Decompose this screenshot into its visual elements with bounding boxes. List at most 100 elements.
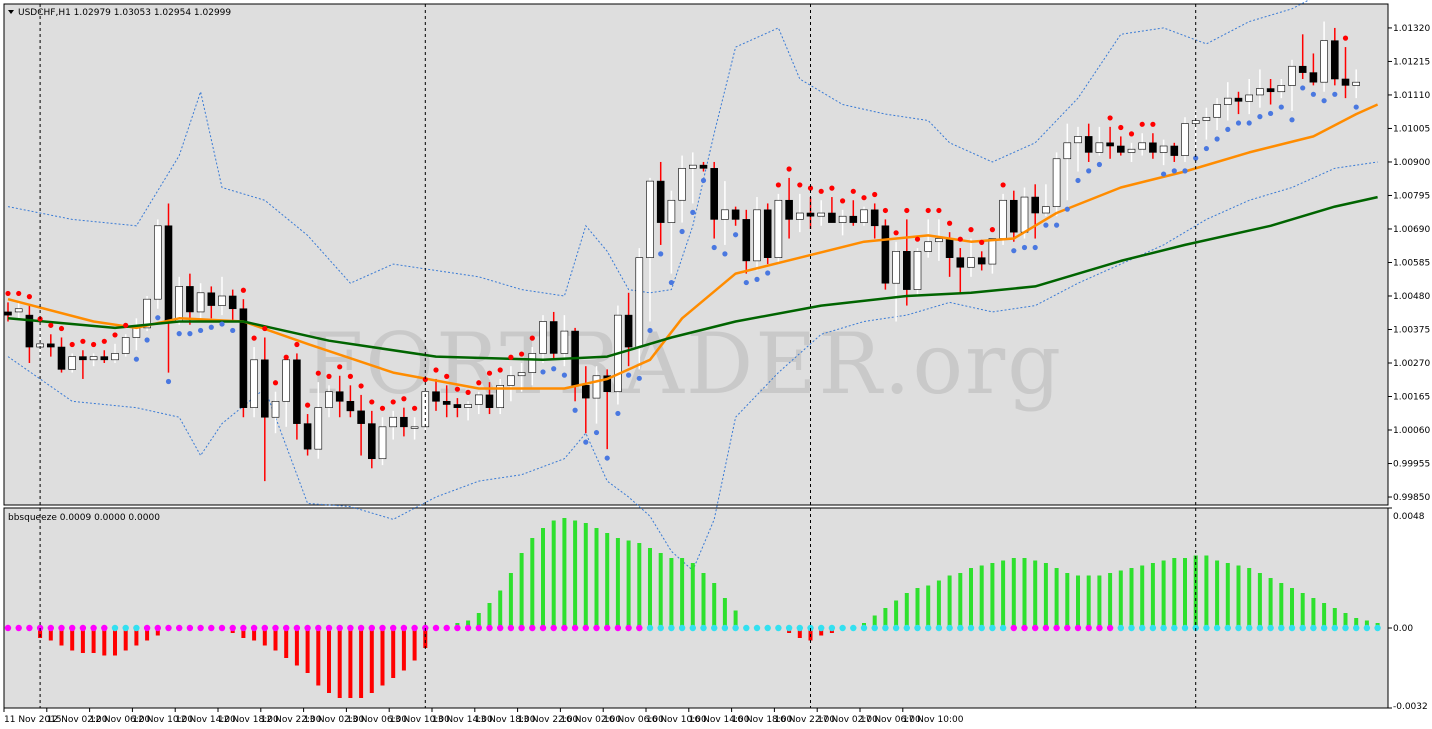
bearish-candle [442, 400, 451, 405]
bullish-candle [646, 180, 654, 258]
squeeze-dot-on [1085, 624, 1092, 632]
sar-dot-above [337, 364, 343, 370]
squeeze-dot-on [582, 624, 589, 632]
sar-dot-above [829, 185, 835, 191]
bullish-candle [1245, 94, 1253, 102]
sar-dot-below [176, 331, 182, 337]
sar-dot-above [904, 207, 910, 214]
sar-dot-above [861, 195, 867, 201]
bearish-candle [849, 215, 858, 223]
bullish-candle [528, 353, 537, 373]
bearish-candle [453, 404, 462, 408]
squeeze-dot-off [753, 624, 761, 632]
sar-dot-below [540, 369, 546, 375]
bullish-candle [688, 164, 697, 169]
sar-dot-above [476, 380, 482, 386]
y-tick-label: 1.01320 [1393, 24, 1430, 34]
squeeze-dot-off [1128, 624, 1135, 632]
squeeze-dot-off [1160, 624, 1167, 632]
bullish-candle [817, 212, 826, 217]
bullish-candle [1256, 88, 1264, 96]
sar-dot-below [1278, 104, 1284, 110]
squeeze-dot-off [1213, 624, 1221, 632]
bullish-candle [1127, 148, 1136, 153]
sar-dot-above [5, 290, 11, 297]
sar-dot-above [775, 182, 782, 188]
sar-dot-below [1246, 120, 1252, 126]
bearish-candle [164, 225, 173, 322]
sar-dot-above [979, 239, 985, 245]
sar-dot-below [155, 315, 161, 321]
y-tick-label: 1.01005 [1393, 124, 1430, 134]
bullish-candle [1288, 65, 1296, 86]
squeeze-dot-on [218, 624, 226, 632]
squeeze-dot-off [732, 624, 739, 632]
bullish-candle [667, 199, 676, 223]
bullish-candle [860, 209, 868, 223]
squeeze-dot-on [165, 624, 172, 632]
y-tick-label: 1.00900 [1393, 158, 1430, 168]
squeeze-dot-on [15, 624, 22, 632]
bearish-candle [46, 343, 55, 348]
y-tick-label: 0.0048 [1393, 512, 1425, 522]
squeeze-dot-off [668, 624, 675, 632]
squeeze-dot-on [604, 624, 611, 632]
squeeze-dot-off [689, 624, 696, 632]
bullish-candle [507, 375, 515, 386]
sar-dot-below [636, 375, 642, 381]
squeeze-dot-off [1331, 624, 1339, 632]
squeeze-dot-off [1171, 624, 1178, 632]
squeeze-dot-on [486, 624, 493, 632]
bullish-candle [635, 257, 644, 348]
y-tick-label: 1.01110 [1393, 91, 1430, 101]
y-tick-label: 1.00795 [1393, 191, 1430, 201]
sar-dot-below [1214, 136, 1220, 142]
indicator-plot-area [3, 507, 1389, 709]
squeeze-dot-on [1053, 624, 1060, 632]
sar-dot-below [551, 366, 557, 372]
chart-window: FORTRADER.org 1.01320 1.01215 1.01110 1.010… [0, 0, 1432, 729]
sar-dot-above [840, 198, 846, 204]
sar-dot-below [722, 251, 728, 257]
sar-dot-above [305, 402, 311, 408]
sar-dot-above [315, 370, 321, 376]
squeeze-dot-on [197, 624, 204, 632]
squeeze-dot-off [1235, 624, 1242, 632]
sar-dot-below [1021, 244, 1028, 251]
y-tick-label: -0.0032 [1393, 702, 1428, 712]
squeeze-dot-off [892, 624, 900, 632]
bullish-candle [389, 416, 398, 428]
squeeze-dot-off [775, 624, 782, 632]
sar-dot-above [989, 227, 996, 233]
squeeze-dot-off [914, 624, 921, 632]
squeeze-dot-on [283, 624, 290, 632]
sar-dot-above [251, 335, 257, 341]
squeeze-dot-off [989, 624, 996, 632]
bullish-candle [132, 327, 141, 338]
bullish-candle [196, 292, 205, 313]
sar-dot-above [240, 287, 246, 293]
sar-dot-above [69, 341, 75, 348]
squeeze-dot-on [454, 624, 461, 632]
sar-dot-below [1203, 145, 1209, 152]
squeeze-dot-on [368, 624, 375, 632]
sar-dot-above [433, 367, 439, 373]
sar-dot-below [1011, 248, 1017, 254]
bearish-candle [1031, 196, 1039, 214]
sar-dot-above [390, 399, 396, 405]
sar-dot-above [1107, 115, 1113, 121]
bearish-candle [485, 394, 494, 408]
squeeze-dot-on [143, 624, 151, 632]
squeeze-dot-off [818, 624, 825, 632]
squeeze-dot-on [176, 624, 183, 632]
squeeze-dot-off [678, 624, 686, 632]
y-tick-label: 1.00690 [1393, 225, 1430, 235]
squeeze-dot-off [1374, 624, 1381, 632]
squeeze-dot-off [1299, 624, 1306, 632]
squeeze-dot-on [315, 624, 322, 632]
squeeze-dot-on [497, 624, 504, 632]
sar-dot-below [561, 372, 568, 378]
sar-dot-above [272, 380, 279, 386]
bullish-candle [1052, 158, 1061, 207]
squeeze-dot-off [1246, 624, 1253, 632]
